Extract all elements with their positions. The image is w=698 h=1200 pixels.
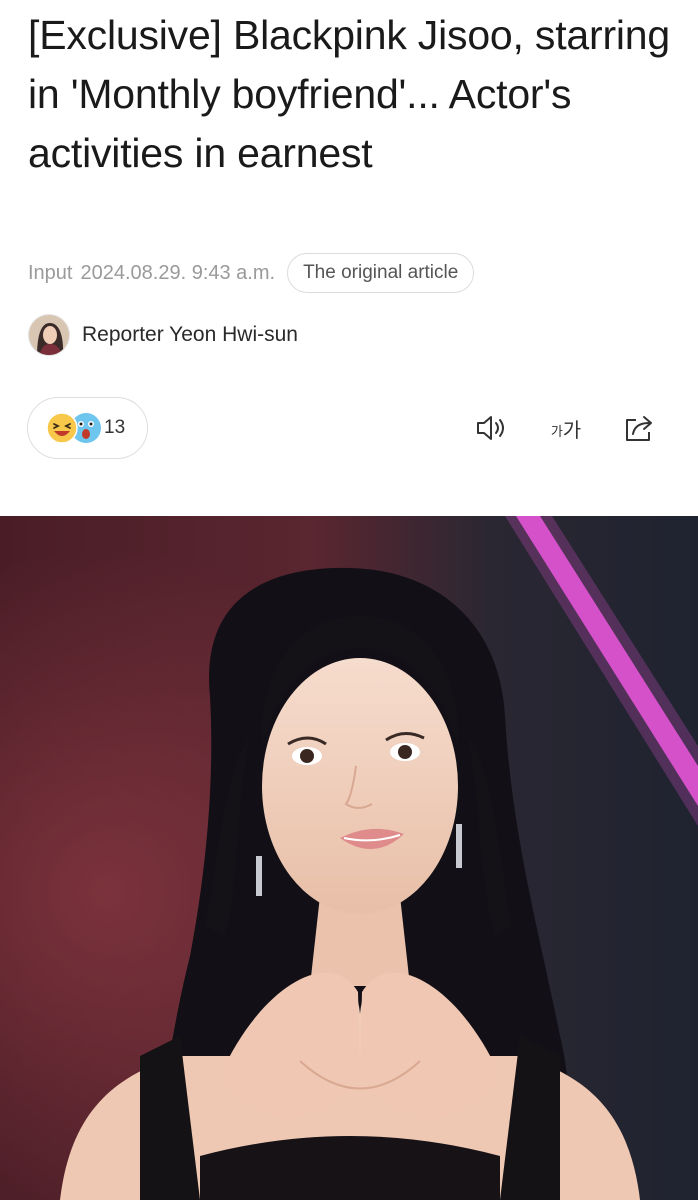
reporter-byline[interactable]: Reporter Yeon Hwi-sun [28, 313, 298, 357]
article-page: [Exclusive] Blackpink Jisoo, starring in… [0, 0, 698, 1200]
font-size-large-glyph: 가 [562, 417, 582, 442]
input-datetime: 2024.08.29. 9:43 a.m. [80, 261, 276, 284]
reporter-name: Reporter Yeon Hwi-sun [82, 323, 298, 346]
article-headline: [Exclusive] Blackpink Jisoo, starring in… [28, 12, 671, 176]
article-photo [0, 516, 698, 1200]
font-size-button[interactable]: 가 가 [543, 410, 589, 446]
article-photo-image [0, 516, 698, 1200]
reaction-emojis [46, 412, 102, 444]
original-article-button[interactable]: The original article [287, 253, 475, 293]
speaker-icon [477, 416, 504, 440]
reporter-avatar[interactable] [28, 314, 70, 356]
share-icon [626, 416, 652, 441]
input-label: Input [28, 261, 73, 284]
reaction-button[interactable]: 13 [27, 397, 148, 459]
font-size-small-glyph: 가 [550, 425, 563, 440]
text-to-speech-button[interactable] [472, 410, 512, 446]
share-button[interactable] [620, 410, 660, 446]
article-meta: Input 2024.08.29. 9:43 a.m. The original… [28, 252, 475, 294]
reaction-count: 13 [104, 417, 126, 438]
laughing-emoji-icon [46, 412, 78, 444]
